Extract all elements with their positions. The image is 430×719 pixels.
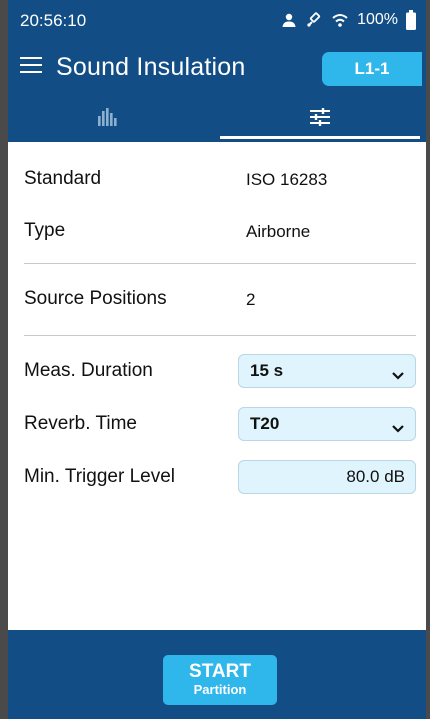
device-screen: 20:56:10 100% Sound Insulation L1-1 Stan… [8,0,426,719]
divider [24,263,416,264]
status-icons: 100% [281,8,416,32]
reverb-time-value: T20 [250,414,280,433]
min-trigger-level-label: Min. Trigger Level [24,466,176,487]
sliders-icon [309,107,331,132]
status-bar: 20:56:10 100% [8,0,426,40]
satellite-icon [305,11,323,29]
wifi-icon [331,12,349,28]
chevron-down-icon [391,419,405,439]
active-tab-indicator [220,136,420,139]
type-label: Type [24,220,66,241]
tab-bar [8,96,426,142]
meas-duration-select[interactable]: 15 s [238,354,416,388]
chevron-down-icon [391,366,405,386]
hamburger-icon[interactable] [20,57,42,79]
reverb-time-select[interactable]: T20 [238,407,416,441]
type-value: Airborne [246,222,311,241]
min-trigger-level-value: 80.0 dB [346,467,405,486]
battery-icon [406,10,416,30]
start-button[interactable]: START Partition [163,655,277,705]
status-time: 20:56:10 [20,11,87,30]
settings-panel: Standard ISO 16283 Type Airborne Source … [8,142,426,630]
reverb-time-label: Reverb. Time [24,413,137,434]
meas-duration-label: Meas. Duration [24,360,153,381]
battery-percentage: 100% [357,11,398,28]
source-positions-label: Source Positions [24,288,167,309]
source-positions-value: 2 [246,290,256,309]
min-trigger-level-input[interactable]: 80.0 dB [238,460,416,494]
divider [24,335,416,336]
tab-results[interactable] [8,96,208,142]
person-icon [281,12,297,28]
page-title: Sound Insulation [56,53,246,81]
location-badge[interactable]: L1-1 [322,52,422,86]
meas-duration-value: 15 s [250,361,284,380]
standard-label: Standard [24,168,102,189]
bar-chart-icon [97,107,119,132]
bottom-bar: START Partition [8,630,426,719]
start-button-label: START [189,661,251,682]
standard-value: ISO 16283 [246,170,328,189]
start-button-sublabel: Partition [193,682,247,697]
app-header: Sound Insulation L1-1 [8,40,426,96]
